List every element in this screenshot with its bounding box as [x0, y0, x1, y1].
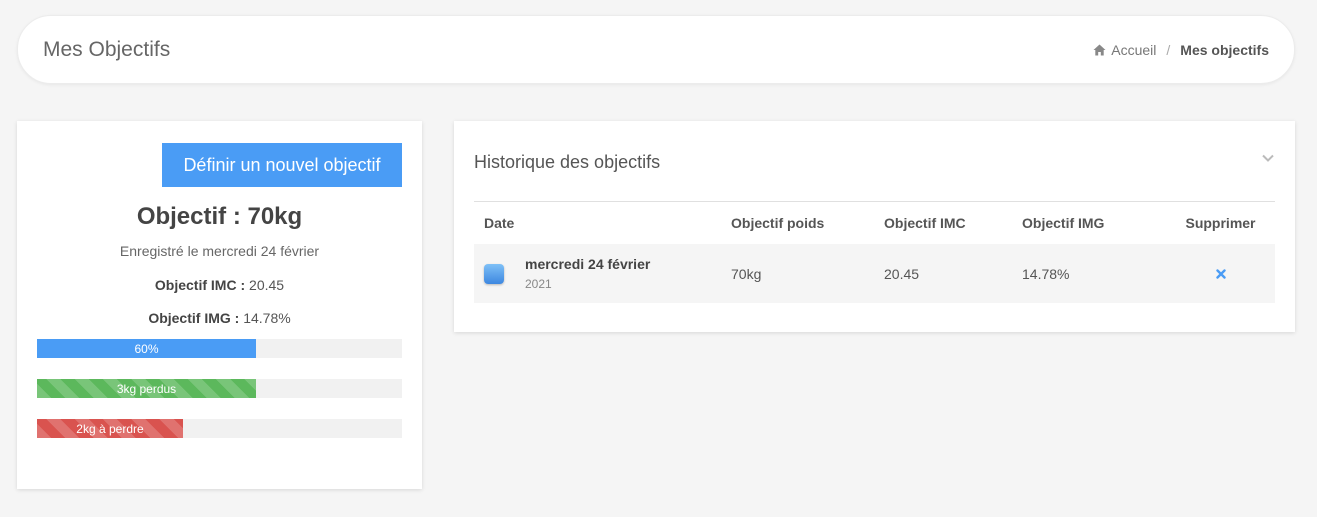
column-imc: Objectif IMC: [884, 215, 966, 231]
column-img: Objectif IMG: [1022, 215, 1105, 231]
progress-percent: 60%: [37, 339, 402, 358]
home-icon: [1093, 44, 1106, 56]
breadcrumb-separator: /: [1166, 42, 1171, 58]
calendar-dot-icon: [484, 263, 504, 284]
history-card: Historique des objectifs Date Objectif p…: [454, 121, 1295, 332]
history-title: Historique des objectifs: [474, 152, 661, 172]
goal-date: Enregistré le mercredi 24 février: [119, 243, 320, 259]
goal-imc-value: 20.45: [249, 277, 285, 293]
column-weight: Objectif poids: [731, 215, 825, 231]
row-imc: 20.45: [884, 265, 920, 282]
page-title: Mes Objectifs: [43, 38, 171, 61]
table-header: Date Objectif poids Objectif IMC Objecti…: [474, 202, 1275, 244]
column-date: Date: [484, 215, 515, 231]
progress-remaining: 2kg à perdre: [37, 419, 402, 438]
progress-lost: 3kg perdus: [37, 379, 402, 398]
row-weight: 70kg: [731, 265, 762, 282]
goal-imc-label: Objectif IMC :: [154, 277, 246, 293]
chevron-down-icon[interactable]: [1261, 153, 1275, 163]
row-date-cell: mercredi 24 février 2021: [474, 256, 720, 291]
breadcrumb-home-link[interactable]: Accueil: [1111, 42, 1156, 58]
goal-imc: Objectif IMC : 20.45: [17, 277, 422, 293]
new-goal-button[interactable]: Définir un nouvel objectif: [162, 143, 402, 187]
row-delete-cell: [1166, 266, 1275, 282]
history-table: Date Objectif poids Objectif IMC Objecti…: [474, 201, 1275, 303]
close-icon[interactable]: [1215, 268, 1226, 279]
row-img: 14.78%: [1022, 265, 1070, 282]
breadcrumb-current: Mes objectifs: [1180, 42, 1269, 58]
goal-title: Objectif : 70kg: [136, 203, 303, 230]
goal-img: Objectif IMG : 14.78%: [17, 310, 422, 326]
progress-percent-bar: 60%: [37, 339, 256, 358]
goal-img-label: Objectif IMG :: [148, 310, 240, 326]
goal-card: Définir un nouvel objectif Objectif : 70…: [17, 121, 422, 489]
column-delete: Supprimer: [1185, 215, 1256, 231]
progress-lost-bar: 3kg perdus: [37, 379, 256, 398]
page-header: Mes Objectifs Accueil / Mes objectifs: [17, 15, 1295, 84]
progress-remaining-bar: 2kg à perdre: [37, 419, 183, 438]
row-date: mercredi 24 février: [525, 256, 651, 272]
table-row: mercredi 24 février 2021 70kg 20.45 14.7…: [474, 244, 1275, 303]
breadcrumb: Accueil / Mes objectifs: [1093, 42, 1269, 58]
goal-img-value: 14.78%: [243, 310, 291, 326]
row-year: 2021: [525, 277, 552, 291]
